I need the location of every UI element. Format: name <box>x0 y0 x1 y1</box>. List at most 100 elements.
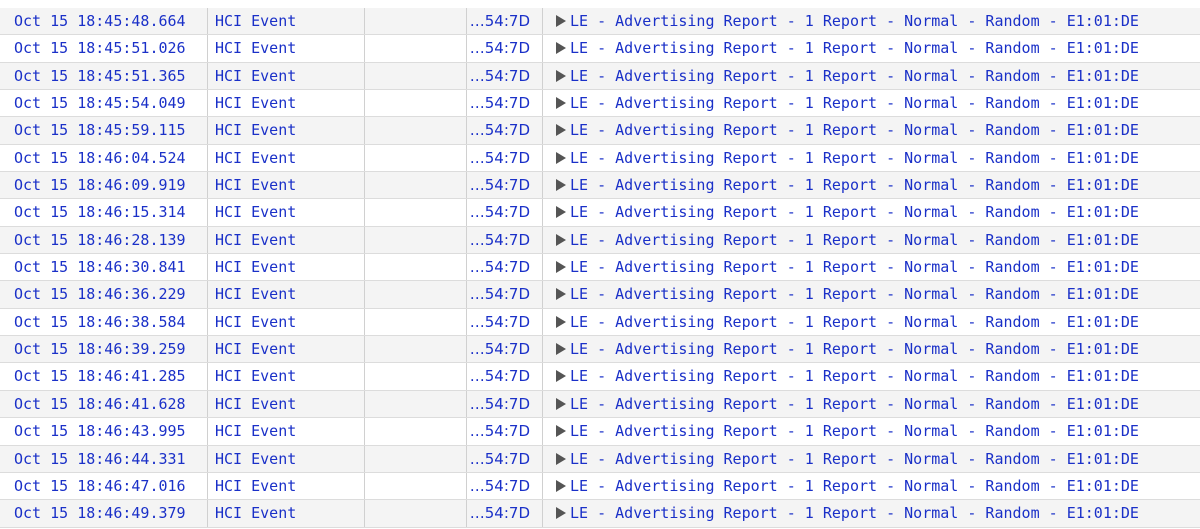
timestamp-cell: Oct 15 18:45:54.049 <box>0 90 208 117</box>
empty-cell <box>365 472 467 500</box>
log-row[interactable]: Oct 15 18:45:48.664 HCI Event …54:7D LE - A… <box>0 8 1200 36</box>
log-row[interactable]: Oct 15 18:46:38.584 HCI Event …54:7D LE - A… <box>0 308 1200 337</box>
log-row[interactable]: Oct 15 18:46:49.379 HCI Event …54:7D LE - A… <box>0 500 1200 528</box>
summary-text: LE - Advertising Report - 1 Report - Nor… <box>570 258 1139 277</box>
empty-cell <box>365 254 467 281</box>
disclosure-triangle-icon[interactable] <box>556 233 566 246</box>
address-cell: …54:7D <box>467 308 543 336</box>
summary-text: LE - Advertising Report - 1 Report - Nor… <box>570 94 1139 113</box>
timestamp-cell: Oct 15 18:45:48.664 <box>0 8 208 35</box>
empty-cell <box>365 418 467 445</box>
disclosure-triangle-icon[interactable] <box>556 42 566 55</box>
address-cell: …54:7D <box>467 363 543 390</box>
log-row[interactable]: Oct 15 18:45:54.049 HCI Event …54:7D LE - A… <box>0 90 1200 118</box>
disclosure-triangle-icon[interactable] <box>556 507 566 520</box>
log-row[interactable]: Oct 15 18:45:59.115 HCI Event …54:7D LE - A… <box>0 117 1200 145</box>
disclosure-triangle-icon[interactable] <box>556 261 566 274</box>
disclosure-triangle-icon[interactable] <box>556 370 566 383</box>
type-cell: HCI Event <box>208 199 365 226</box>
log-row[interactable]: Oct 15 18:46:39.259 HCI Event …54:7D LE - A… <box>0 336 1200 364</box>
log-row[interactable]: Oct 15 18:46:41.285 HCI Event …54:7D LE - A… <box>0 363 1200 391</box>
summary-text: LE - Advertising Report - 1 Report - Nor… <box>570 12 1139 30</box>
address-cell: …54:7D <box>467 445 543 472</box>
type-cell: HCI Event <box>208 117 365 144</box>
address-cell: …54:7D <box>467 500 543 527</box>
empty-cell <box>365 35 467 62</box>
disclosure-triangle-icon[interactable] <box>556 15 566 27</box>
summary-cell: LE - Advertising Report - 1 Report - Nor… <box>543 473 1200 499</box>
address-cell: …54:7D <box>467 336 543 363</box>
address-cell: …54:7D <box>467 254 543 281</box>
summary-cell: LE - Advertising Report - 1 Report - Nor… <box>543 254 1200 280</box>
summary-cell: LE - Advertising Report - 1 Report - Nor… <box>543 418 1200 444</box>
address-cell: …54:7D <box>467 472 543 500</box>
empty-cell <box>365 172 467 199</box>
empty-cell <box>365 363 467 390</box>
disclosure-triangle-icon[interactable] <box>556 69 566 82</box>
log-row[interactable]: Oct 15 18:45:51.026 HCI Event …54:7D LE - A… <box>0 35 1200 63</box>
disclosure-triangle-icon[interactable] <box>556 425 566 438</box>
type-cell: HCI Event <box>208 35 365 62</box>
disclosure-triangle-icon[interactable] <box>556 124 566 137</box>
timestamp-cell: Oct 15 18:46:39.259 <box>0 336 208 363</box>
type-cell: HCI Event <box>208 144 365 172</box>
summary-text: LE - Advertising Report - 1 Report - Nor… <box>570 285 1139 304</box>
summary-cell: LE - Advertising Report - 1 Report - Nor… <box>543 172 1200 198</box>
address-cell: …54:7D <box>467 390 543 418</box>
log-row[interactable]: Oct 15 18:46:15.314 HCI Event …54:7D LE - A… <box>0 199 1200 227</box>
timestamp-cell: Oct 15 18:46:47.016 <box>0 472 208 500</box>
empty-cell <box>365 308 467 336</box>
address-cell: …54:7D <box>467 172 543 199</box>
summary-text: LE - Advertising Report - 1 Report - Nor… <box>570 39 1139 58</box>
type-cell: HCI Event <box>208 281 365 308</box>
disclosure-triangle-icon[interactable] <box>556 151 566 164</box>
summary-text: LE - Advertising Report - 1 Report - Nor… <box>570 504 1139 523</box>
summary-text: LE - Advertising Report - 1 Report - Nor… <box>570 394 1139 413</box>
summary-text: LE - Advertising Report - 1 Report - Nor… <box>570 340 1139 359</box>
timestamp-cell: Oct 15 18:46:04.524 <box>0 144 208 172</box>
log-row[interactable]: Oct 15 18:46:28.139 HCI Event …54:7D LE - A… <box>0 226 1200 255</box>
type-cell: HCI Event <box>208 445 365 472</box>
summary-text: LE - Advertising Report - 1 Report - Nor… <box>570 367 1139 386</box>
empty-cell <box>365 199 467 226</box>
type-cell: HCI Event <box>208 363 365 390</box>
summary-cell: LE - Advertising Report - 1 Report - Nor… <box>543 391 1200 417</box>
disclosure-triangle-icon[interactable] <box>556 206 566 219</box>
log-row[interactable]: Oct 15 18:46:41.628 HCI Event …54:7D LE - A… <box>0 390 1200 419</box>
disclosure-triangle-icon[interactable] <box>556 343 566 356</box>
type-cell: HCI Event <box>208 390 365 418</box>
log-row[interactable]: Oct 15 18:46:43.995 HCI Event …54:7D LE - A… <box>0 418 1200 446</box>
disclosure-triangle-icon[interactable] <box>556 179 566 192</box>
summary-cell: LE - Advertising Report - 1 Report - Nor… <box>543 35 1200 61</box>
address-cell: …54:7D <box>467 144 543 172</box>
summary-cell: LE - Advertising Report - 1 Report - Nor… <box>543 309 1200 335</box>
disclosure-triangle-icon[interactable] <box>556 397 566 410</box>
type-cell: HCI Event <box>208 472 365 500</box>
empty-cell <box>365 226 467 254</box>
timestamp-cell: Oct 15 18:46:41.285 <box>0 363 208 390</box>
log-row[interactable]: Oct 15 18:46:44.331 HCI Event …54:7D LE - A… <box>0 445 1200 473</box>
log-row[interactable]: Oct 15 18:46:04.524 HCI Event …54:7D LE - A… <box>0 144 1200 173</box>
type-cell: HCI Event <box>208 226 365 254</box>
timestamp-cell: Oct 15 18:46:43.995 <box>0 418 208 445</box>
type-cell: HCI Event <box>208 500 365 527</box>
packet-log-view[interactable]: Oct 15 18:45:48.664 HCI Event …54:7D LE - A… <box>0 0 1200 529</box>
summary-text: LE - Advertising Report - 1 Report - Nor… <box>570 203 1139 222</box>
log-row[interactable]: Oct 15 18:46:36.229 HCI Event …54:7D LE - A… <box>0 281 1200 309</box>
log-row[interactable]: Oct 15 18:46:47.016 HCI Event …54:7D LE - A… <box>0 472 1200 501</box>
summary-cell: LE - Advertising Report - 1 Report - Nor… <box>543 8 1200 34</box>
timestamp-cell: Oct 15 18:46:38.584 <box>0 308 208 336</box>
disclosure-triangle-icon[interactable] <box>556 315 566 328</box>
summary-text: LE - Advertising Report - 1 Report - Nor… <box>570 148 1139 167</box>
summary-cell: LE - Advertising Report - 1 Report - Nor… <box>543 63 1200 89</box>
disclosure-triangle-icon[interactable] <box>556 288 566 301</box>
disclosure-triangle-icon[interactable] <box>556 97 566 110</box>
disclosure-triangle-icon[interactable] <box>556 452 566 465</box>
log-row[interactable]: Oct 15 18:46:09.919 HCI Event …54:7D LE - A… <box>0 172 1200 200</box>
log-row[interactable]: Oct 15 18:45:51.365 HCI Event …54:7D LE - A… <box>0 62 1200 91</box>
disclosure-triangle-icon[interactable] <box>556 479 566 492</box>
summary-cell: LE - Advertising Report - 1 Report - Nor… <box>543 363 1200 389</box>
summary-cell: LE - Advertising Report - 1 Report - Nor… <box>543 500 1200 526</box>
type-cell: HCI Event <box>208 336 365 363</box>
log-row[interactable]: Oct 15 18:46:30.841 HCI Event …54:7D LE - A… <box>0 254 1200 282</box>
